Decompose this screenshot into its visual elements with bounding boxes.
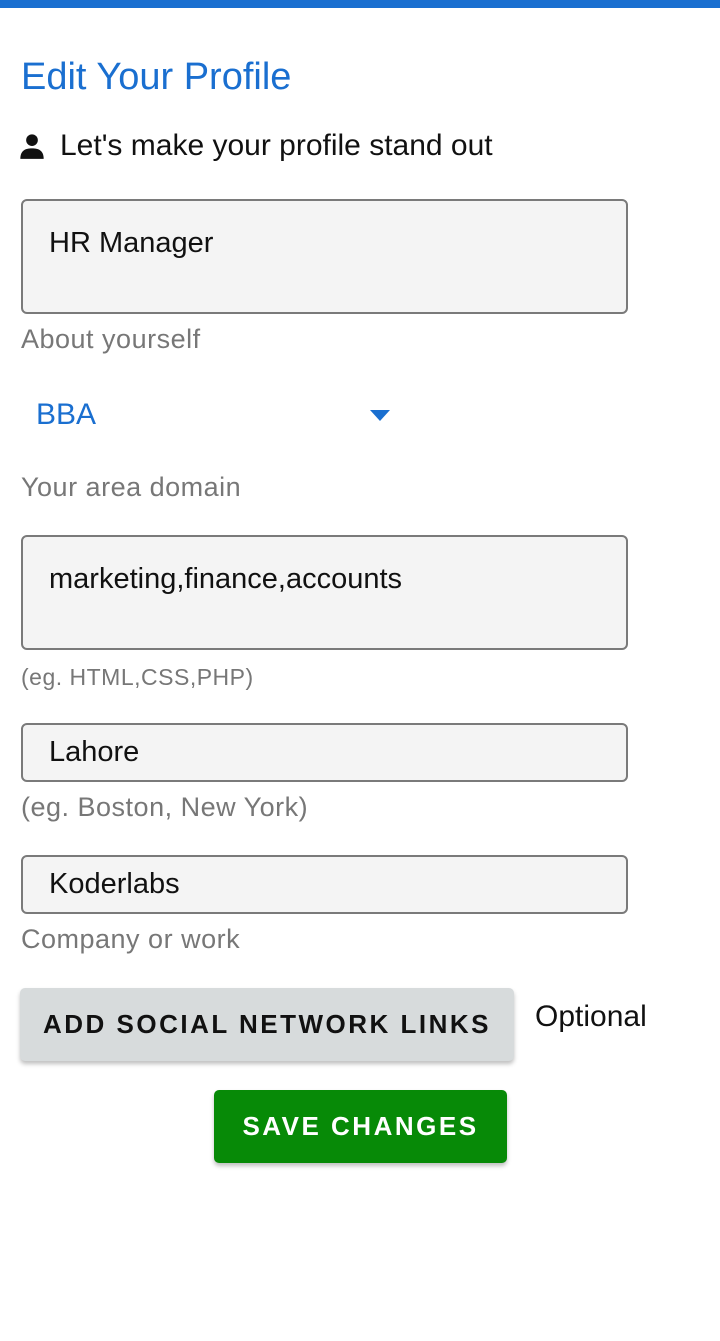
degree-select-value: BBA [36,398,97,431]
company-helper: Company or work [21,924,241,954]
page-title: Edit Your Profile [21,56,292,98]
optional-label: Optional [535,1000,647,1033]
caret-down-icon [370,409,390,421]
skills-field[interactable]: marketing,finance,accounts [21,535,628,650]
city-field[interactable]: Lahore [21,723,628,782]
top-accent-bar [0,0,720,8]
area-domain-helper: Your area domain [21,472,242,502]
skills-helper: (eg. HTML,CSS,PHP) [21,664,254,690]
person-icon [18,132,46,160]
save-changes-button[interactable]: SAVE CHANGES [214,1090,507,1163]
degree-select[interactable]: BBA [36,390,396,440]
company-field[interactable]: Koderlabs [21,855,628,914]
about-yourself-field[interactable]: HR Manager [21,199,628,314]
page-subtitle: Let's make your profile stand out [18,124,493,168]
subtitle-text: Let's make your profile stand out [60,129,493,162]
add-social-links-button[interactable]: ADD SOCIAL NETWORK LINKS [20,988,514,1061]
edit-profile-page: Edit Your Profile Let's make your profil… [0,0,720,1341]
about-yourself-helper: About yourself [21,324,201,354]
city-helper: (eg. Boston, New York) [21,792,309,822]
